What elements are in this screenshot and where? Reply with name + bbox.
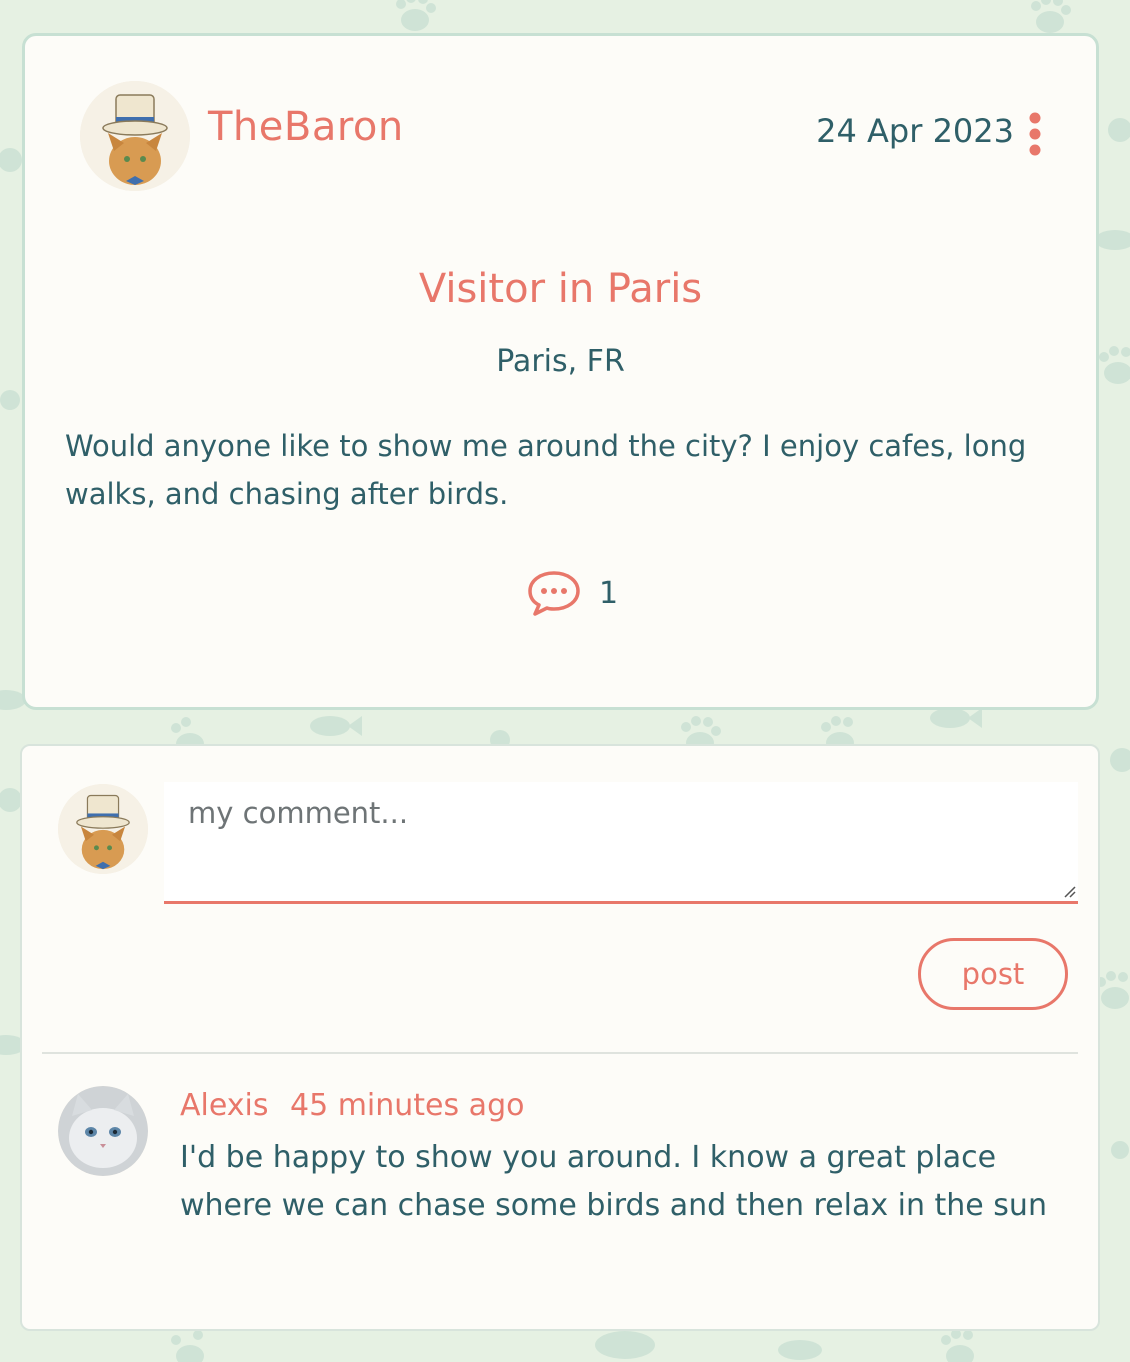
comment-count: 1: [599, 575, 619, 611]
post-location: Paris, FR: [496, 344, 625, 379]
comment-text: I'd be happy to show you around. I know …: [180, 1140, 1047, 1223]
comment-author[interactable]: Alexis: [180, 1088, 269, 1123]
post-comment-button[interactable]: post: [918, 938, 1068, 1010]
comment-timestamp: 45 minutes ago: [290, 1088, 525, 1123]
comments-card: post Alexis 45 minutes ago I'd be happy …: [20, 744, 1100, 1331]
more-vertical-icon[interactable]: [1024, 110, 1046, 160]
post-title: Visitor in Paris: [418, 266, 703, 312]
author-avatar[interactable]: [80, 81, 190, 191]
comment-count-button[interactable]: 1: [527, 568, 618, 618]
comment-input[interactable]: [164, 782, 1078, 904]
comment-bubble-icon: [528, 571, 580, 616]
author-username[interactable]: TheBaron: [208, 104, 404, 150]
divider: [42, 1052, 1078, 1054]
post-card: TheBaron 24 Apr 2023 Visitor in Paris Pa…: [22, 33, 1099, 710]
commenter-avatar[interactable]: [58, 1086, 148, 1176]
post-date: 24 Apr 2023: [816, 112, 1014, 150]
post-body: Would anyone like to show me around the …: [65, 429, 1027, 511]
current-user-avatar: [58, 784, 148, 874]
resize-handle-icon[interactable]: [1062, 884, 1076, 898]
